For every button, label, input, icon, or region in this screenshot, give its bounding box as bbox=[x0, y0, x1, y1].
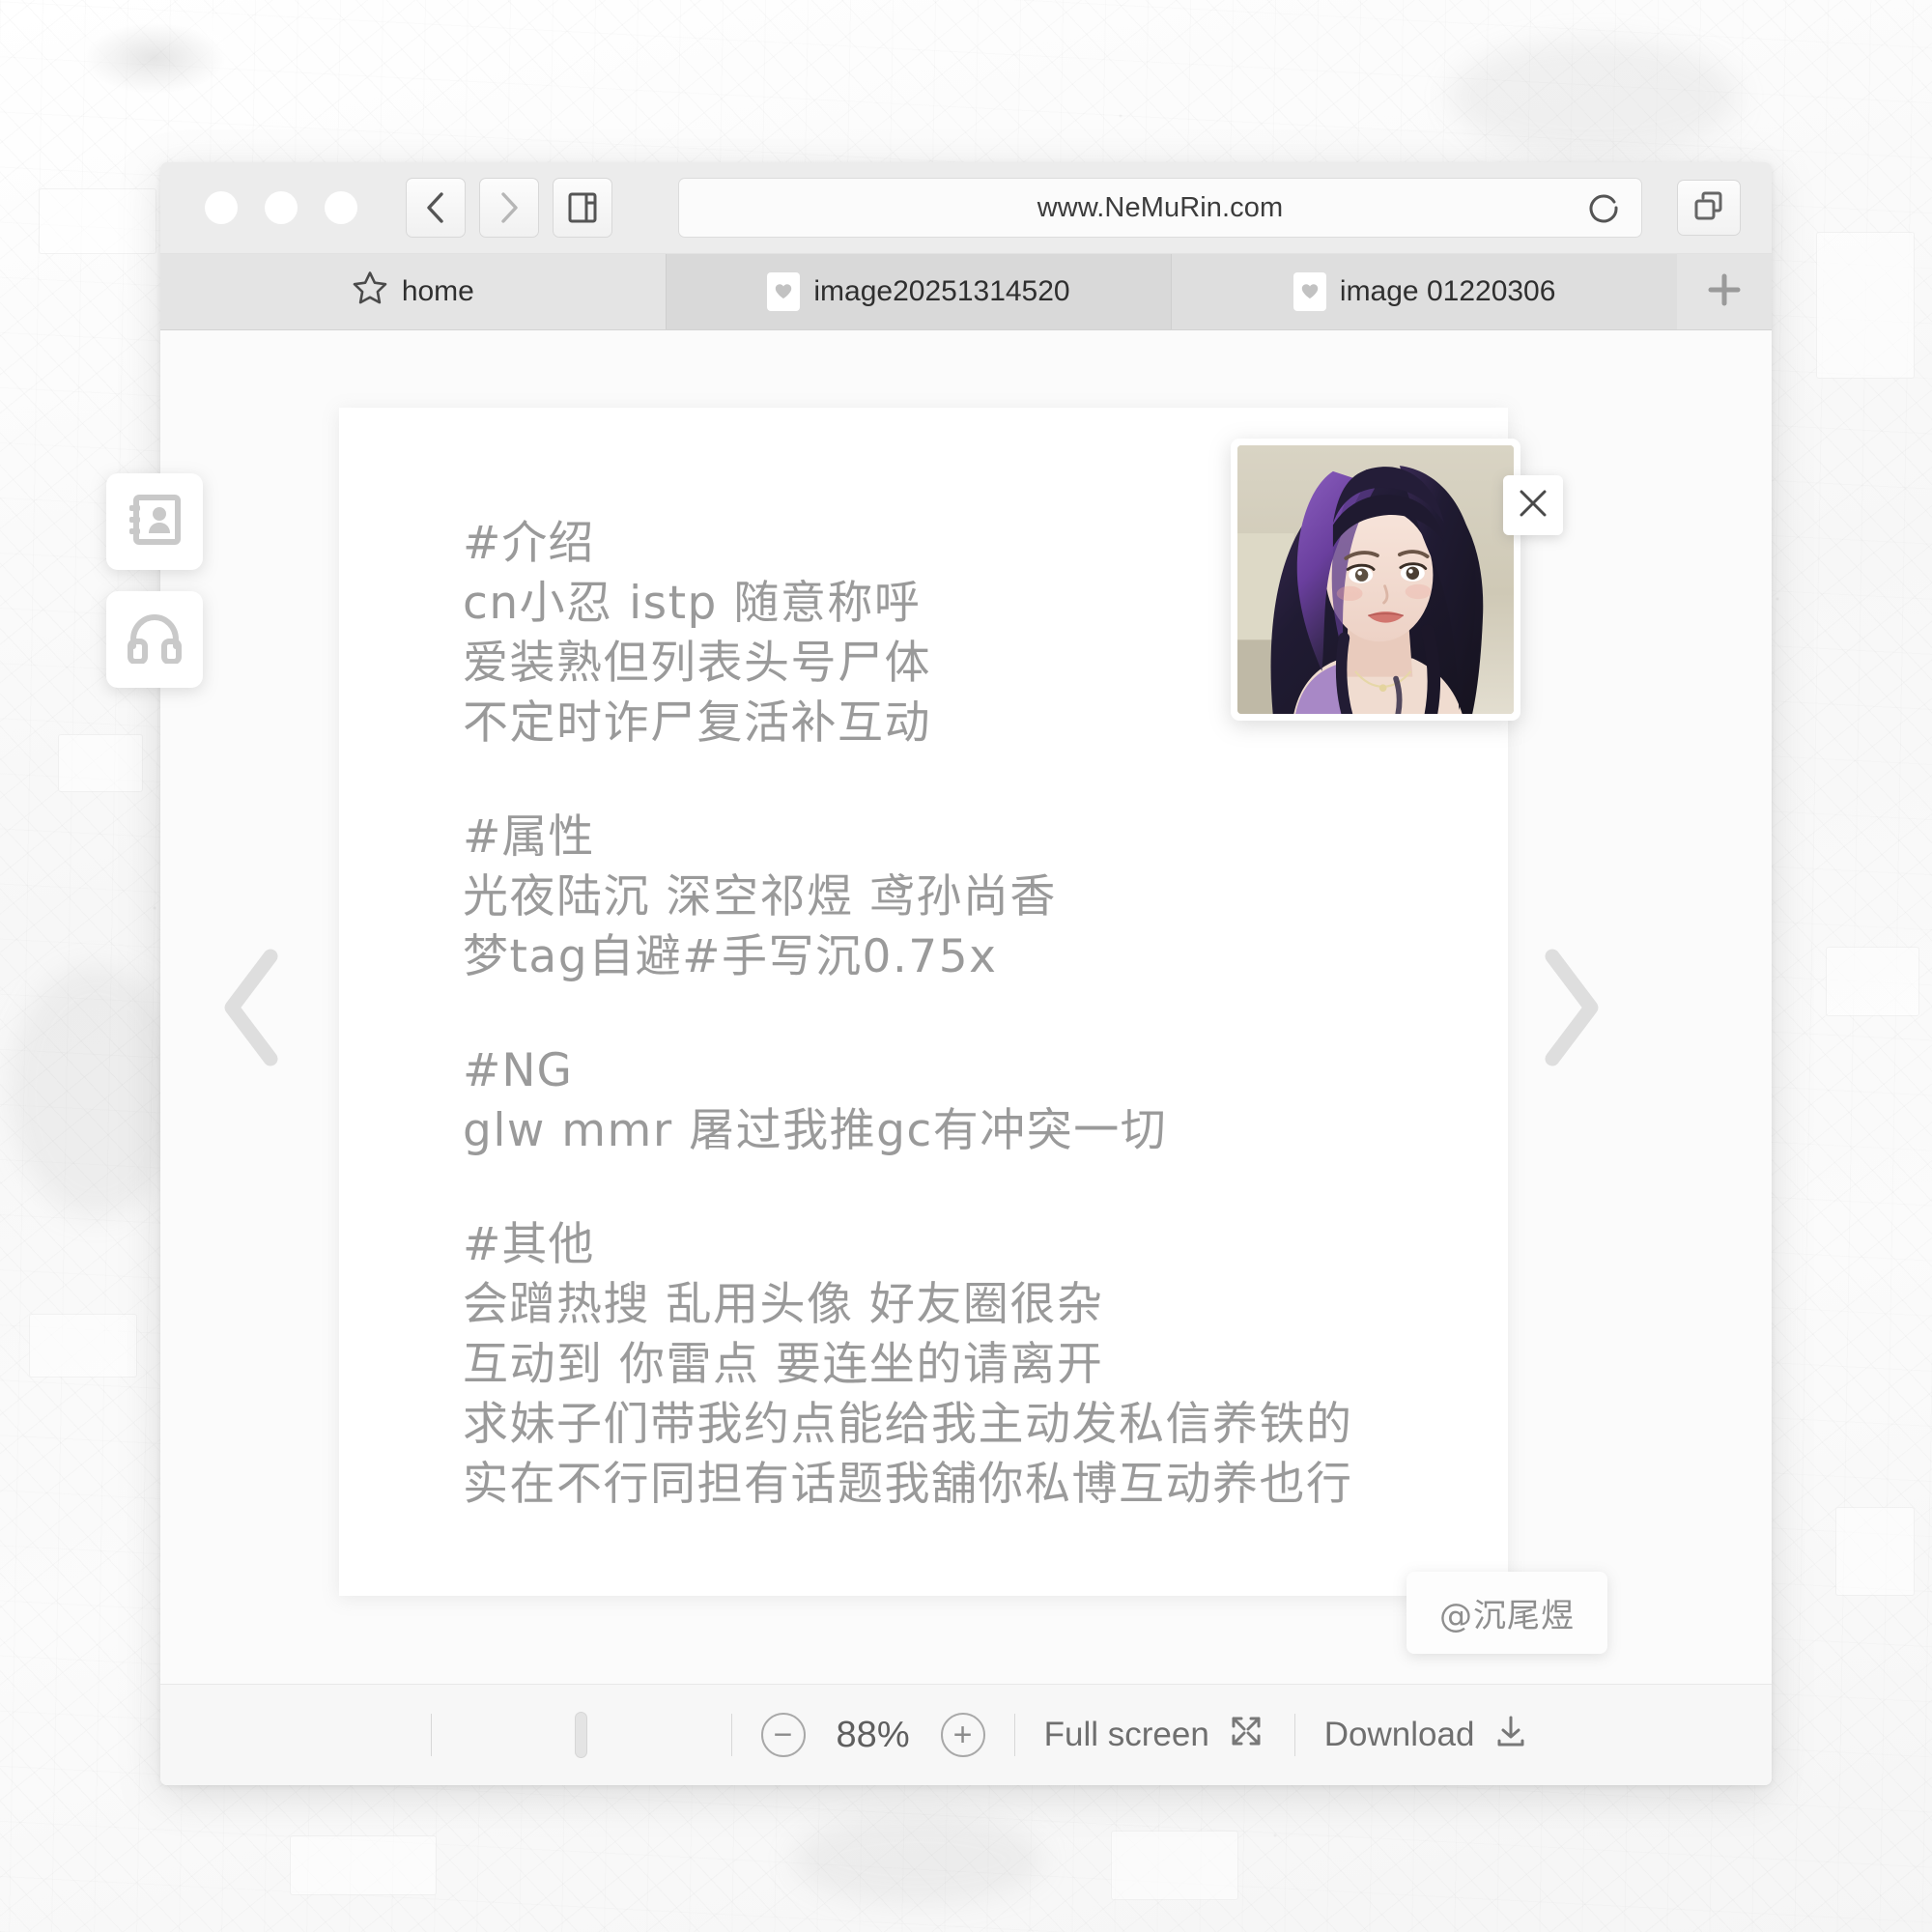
close-icon bbox=[1517, 487, 1549, 525]
tab-image20251314520-label: image20251314520 bbox=[813, 275, 1070, 307]
fullscreen-button[interactable]: Full screen bbox=[1044, 1712, 1265, 1759]
avatar-photo bbox=[1237, 445, 1514, 714]
bg-scrap bbox=[39, 188, 156, 254]
chevron-left-icon bbox=[423, 191, 448, 224]
text-spacer bbox=[463, 753, 1429, 808]
back-button[interactable] bbox=[406, 178, 466, 238]
tab-home[interactable]: home bbox=[160, 254, 667, 329]
heart-icon bbox=[767, 272, 801, 311]
text-line: 梦tag自避#手写沉0.75x bbox=[463, 930, 998, 983]
text-line: glw mmr 屠过我推gc有冲突一切 bbox=[463, 1104, 1168, 1157]
bg-scrap bbox=[290, 1835, 437, 1895]
bg-scrap bbox=[1111, 1831, 1238, 1900]
forward-button[interactable] bbox=[479, 178, 539, 238]
text-spacer bbox=[463, 1161, 1429, 1215]
tab-image20251314520[interactable]: image20251314520 bbox=[666, 254, 1173, 329]
bg-scrap bbox=[1826, 947, 1919, 1016]
address-bar[interactable]: www.NeMuRin.com bbox=[678, 178, 1642, 238]
bg-smudge bbox=[792, 1816, 1043, 1903]
text-line: 会蹭热搜 乱用头像 好友圈很杂 bbox=[463, 1278, 1104, 1331]
bg-smudge bbox=[1449, 39, 1739, 155]
page-viewport: #介绍 cn小忍 istp 随意称呼 爱装熟但列表头号尸体 不定时诈尸复活补互动… bbox=[160, 330, 1772, 1684]
tab-strip: home image20251314520 image 01220306 bbox=[160, 254, 1772, 330]
viewer-bottom-bar: − 88% + Full screen Download bbox=[160, 1684, 1772, 1785]
fullscreen-label: Full screen bbox=[1043, 1716, 1209, 1753]
divider bbox=[730, 1714, 732, 1756]
text-line: #其他 bbox=[463, 1218, 595, 1271]
scrollbar-thumb[interactable] bbox=[575, 1712, 588, 1758]
bg-scrap bbox=[1835, 1507, 1915, 1596]
text-line: #NG bbox=[463, 1044, 573, 1097]
expand-icon bbox=[1227, 1712, 1265, 1759]
divider bbox=[430, 1714, 432, 1756]
divider bbox=[1293, 1714, 1295, 1756]
bg-scrap bbox=[58, 734, 143, 792]
headphones-icon bbox=[127, 611, 183, 668]
new-tab-button[interactable] bbox=[1677, 254, 1772, 329]
watermark-badge: @沉尾煜 bbox=[1406, 1572, 1607, 1654]
browser-window: www.NeMuRin.com home image20251314520 im… bbox=[160, 162, 1772, 1785]
tab-home-label: home bbox=[401, 275, 474, 307]
reload-icon[interactable] bbox=[1587, 191, 1620, 224]
text-line: 光夜陆沉 深空祁煜 鸢孙尚香 bbox=[463, 870, 1057, 923]
download-icon bbox=[1492, 1712, 1530, 1759]
text-spacer bbox=[463, 987, 1429, 1041]
contacts-button[interactable] bbox=[106, 473, 203, 570]
zoom-level-value: 88% bbox=[836, 1714, 910, 1755]
download-label: Download bbox=[1323, 1716, 1475, 1753]
star-icon bbox=[352, 270, 388, 314]
zoom-out-button[interactable]: − bbox=[760, 1713, 806, 1757]
scrollbar-track[interactable] bbox=[461, 1712, 702, 1758]
maximize-window-button[interactable] bbox=[325, 191, 357, 224]
next-image-button[interactable] bbox=[1537, 947, 1606, 1068]
bg-scrap bbox=[1816, 232, 1915, 379]
chevron-right-icon bbox=[497, 191, 522, 224]
minimize-window-button[interactable] bbox=[265, 191, 298, 224]
tab-image-01220306[interactable]: image 01220306 bbox=[1172, 254, 1678, 329]
text-line: 互动到 你雷点 要连坐的请离开 bbox=[463, 1338, 1104, 1391]
sidebar-toggle-icon bbox=[568, 191, 597, 224]
heart-icon bbox=[1293, 272, 1326, 311]
text-line: #属性 bbox=[463, 810, 595, 864]
zoom-control: − 88% + bbox=[760, 1713, 985, 1757]
bg-scrap bbox=[29, 1314, 137, 1378]
avatar-popup bbox=[1231, 439, 1563, 721]
text-line: 求妹子们带我约点能给我主动发私信养铁的 bbox=[463, 1398, 1353, 1451]
browser-toolbar: www.NeMuRin.com bbox=[160, 162, 1772, 254]
plus-icon bbox=[1705, 270, 1744, 314]
divider bbox=[1013, 1714, 1015, 1756]
contact-book-icon bbox=[127, 493, 183, 552]
prev-image-button[interactable] bbox=[216, 947, 286, 1068]
sidebar-toggle-button[interactable] bbox=[553, 178, 612, 238]
close-window-button[interactable] bbox=[205, 191, 238, 224]
window-stack-icon bbox=[1693, 190, 1724, 226]
close-avatar-button[interactable] bbox=[1503, 475, 1563, 535]
screenshot-root: www.NeMuRin.com home image20251314520 im… bbox=[0, 0, 1932, 1932]
bg-smudge bbox=[10, 966, 184, 1217]
side-dock bbox=[106, 473, 203, 688]
audio-button[interactable] bbox=[106, 591, 203, 688]
window-controls bbox=[205, 191, 357, 224]
text-line: 实在不行同担有话题我舖你私博互动养也行 bbox=[463, 1458, 1353, 1511]
tab-overview-button[interactable] bbox=[1677, 180, 1741, 236]
download-button[interactable]: Download bbox=[1324, 1712, 1531, 1759]
tab-image-01220306-label: image 01220306 bbox=[1339, 275, 1556, 307]
zoom-in-button[interactable]: + bbox=[940, 1713, 985, 1757]
url-text: www.NeMuRin.com bbox=[1037, 191, 1284, 223]
